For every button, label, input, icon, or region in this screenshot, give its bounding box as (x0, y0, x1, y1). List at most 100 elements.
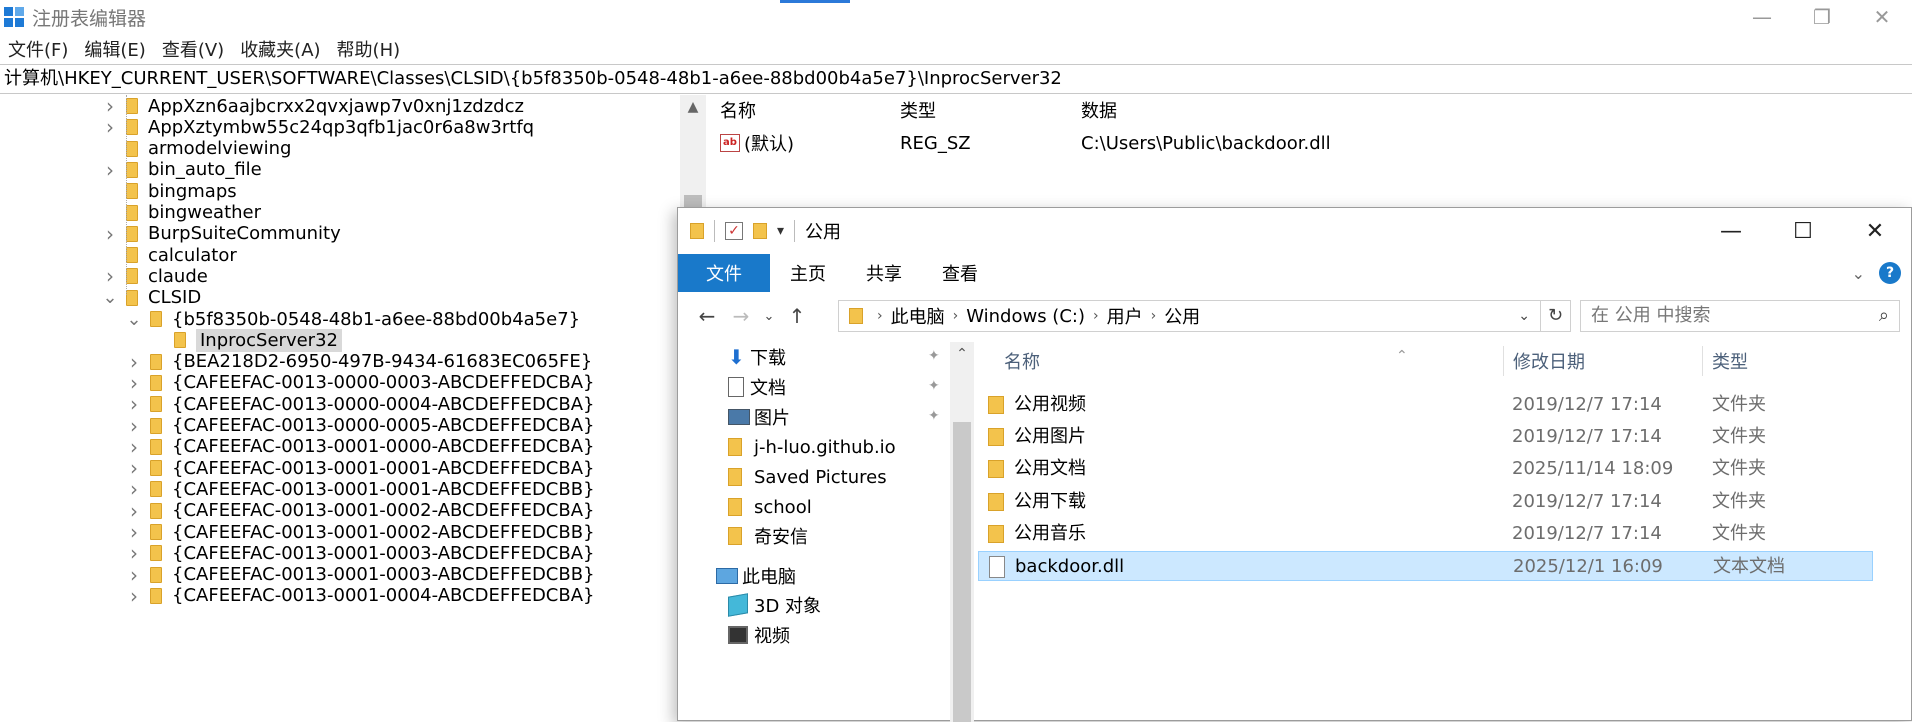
minimize-icon[interactable]: — (1695, 208, 1767, 254)
help-icon[interactable]: ? (1879, 262, 1901, 284)
breadcrumb-users[interactable]: 用户 (1107, 303, 1143, 329)
search-input[interactable]: 在 公用 中搜索 ⌕ (1580, 300, 1900, 332)
close-icon[interactable]: ✕ (1852, 0, 1912, 34)
nav-item[interactable]: 视频 (728, 620, 790, 650)
refresh-icon[interactable]: ↻ (1540, 301, 1570, 331)
folder-icon (126, 98, 138, 114)
breadcrumb-c-drive[interactable]: Windows (C:) (966, 306, 1085, 327)
values-header-type[interactable]: 类型 (900, 95, 936, 125)
column-divider[interactable] (1702, 346, 1703, 376)
divider (714, 220, 715, 242)
restore-icon[interactable]: ❐ (1792, 0, 1852, 34)
maximize-icon[interactable]: ☐ (1767, 208, 1839, 254)
file-row[interactable]: 公用视频 2019/12/7 17:14 文件夹 (978, 390, 1873, 420)
path-dropdown-icon[interactable]: ⌄ (1518, 308, 1530, 324)
file-row[interactable]: 公用文档 2025/11/14 18:09 文件夹 (978, 454, 1873, 484)
up-arrow-icon[interactable]: ↑ (780, 304, 814, 328)
folder-icon (988, 524, 1004, 543)
breadcrumb-this-pc[interactable]: 此电脑 (891, 303, 945, 329)
nav-item[interactable]: 图片 (728, 402, 790, 432)
forward-arrow-icon[interactable]: → (724, 304, 758, 328)
folder-icon (150, 587, 162, 604)
chevron-down-icon[interactable]: ⌄ (126, 309, 142, 330)
chevron-right-icon[interactable]: › (877, 308, 883, 324)
minimize-icon[interactable]: — (1732, 0, 1792, 34)
chevron-right-icon[interactable]: › (1093, 308, 1099, 324)
close-icon[interactable]: ✕ (1839, 208, 1911, 254)
file-row[interactable]: 公用图片 2019/12/7 17:14 文件夹 (978, 422, 1873, 452)
values-header-data[interactable]: 数据 (1081, 95, 1117, 125)
menu-favorites[interactable]: 收藏夹(A) (232, 36, 328, 62)
menu-edit[interactable]: 编辑(E) (76, 36, 153, 62)
tab-home[interactable]: 主页 (770, 254, 846, 292)
menu-file[interactable]: 文件(F) (0, 36, 76, 62)
customize-dropdown-icon[interactable]: ▾ (777, 223, 784, 239)
recent-locations-icon[interactable]: ⌄ (758, 309, 780, 324)
column-header-type[interactable]: 类型 (1712, 342, 1748, 380)
value-row-default[interactable]: ab (默认) (720, 129, 880, 157)
folder-icon (150, 524, 162, 540)
file-modified: 2019/12/7 17:14 (1512, 522, 1662, 544)
folder-icon (126, 225, 138, 242)
file-row[interactable]: 公用音乐 2019/12/7 17:14 文件夹 (978, 519, 1873, 549)
breadcrumb-public[interactable]: 公用 (1164, 303, 1200, 329)
file-name: 公用文档 (1014, 458, 1086, 480)
nav-item[interactable]: Saved Pictures (728, 462, 887, 492)
file-row[interactable]: 公用下载 2019/12/7 17:14 文件夹 (978, 487, 1873, 517)
nav-item-label: school (754, 496, 812, 518)
nav-item[interactable]: 文档 (728, 372, 786, 402)
path-breadcrumb[interactable]: › 此电脑 › Windows (C:) › 用户 › 公用 ⌄ ↻ (838, 300, 1571, 332)
column-header-modified[interactable]: 修改日期 (1513, 342, 1585, 380)
nav-item[interactable]: j-h-luo.github.io (728, 432, 896, 462)
pin-icon[interactable]: ✦ (928, 408, 940, 424)
back-arrow-icon[interactable]: ← (690, 304, 724, 328)
registry-address-bar[interactable]: 计算机\HKEY_CURRENT_USER\SOFTWARE\Classes\C… (0, 64, 1912, 94)
chevron-right-icon[interactable]: › (1151, 308, 1157, 324)
nav-item-label: 文档 (750, 378, 786, 399)
file-type: 文件夹 (1712, 458, 1766, 480)
properties-icon[interactable]: ✓ (725, 222, 743, 240)
sort-up-icon: ⌃ (1396, 348, 1408, 364)
folder-icon (126, 183, 138, 200)
folder-icon (728, 498, 742, 516)
column-header-name[interactable]: 名称 (1004, 342, 1040, 380)
menu-view[interactable]: 查看(V) (154, 36, 232, 62)
scroll-thumb[interactable] (953, 422, 971, 722)
nav-item[interactable]: 此电脑 (716, 561, 796, 591)
tab-view[interactable]: 查看 (922, 254, 998, 292)
value-name: (默认) (744, 134, 795, 155)
tab-share[interactable]: 共享 (846, 254, 922, 292)
chevron-right-icon[interactable]: › (126, 584, 142, 608)
folder-icon (150, 417, 162, 434)
value-type: REG_SZ (900, 132, 971, 154)
nav-item-label: 视频 (754, 626, 790, 647)
folder-icon (988, 460, 1004, 479)
chevron-right-icon[interactable]: › (953, 308, 959, 324)
file-name: 公用图片 (1014, 426, 1086, 448)
chevron-down-icon[interactable]: ⌄ (102, 287, 118, 308)
new-folder-icon[interactable] (753, 223, 767, 239)
tab-file[interactable]: 文件 (678, 254, 770, 292)
navpane-scrollbar[interactable]: ⌃ (950, 342, 974, 722)
menu-help[interactable]: 帮助(H) (329, 36, 409, 62)
expand-ribbon-icon[interactable]: ⌄ (1852, 264, 1865, 283)
scroll-up-icon[interactable]: ▲ (680, 95, 706, 119)
3d-objects-icon (728, 593, 748, 617)
tree-node[interactable]: › {CAFEEFAC-0013-0001-0004-ABCDEFFEDCBA} (126, 583, 594, 609)
file-row[interactable]: backdoor.dll 2025/12/1 16:09 文本文档 (978, 551, 1873, 581)
scroll-up-icon[interactable]: ⌃ (950, 342, 974, 366)
pin-icon[interactable]: ✦ (928, 348, 940, 364)
nav-item-label: 此电脑 (742, 567, 796, 588)
explorer-titlebar: ✓ ▾ 公用 — ☐ ✕ (678, 208, 1911, 254)
values-header-name[interactable]: 名称 (720, 95, 756, 125)
folder-icon (150, 502, 162, 519)
picture-icon (728, 409, 750, 425)
computer-icon (716, 568, 738, 584)
pin-icon[interactable]: ✦ (928, 378, 940, 394)
column-divider[interactable] (1503, 346, 1504, 376)
search-icon[interactable]: ⌕ (1879, 301, 1889, 331)
nav-item[interactable]: 奇安信 (728, 521, 808, 551)
nav-item[interactable]: 3D 对象 (728, 590, 821, 620)
nav-item[interactable]: school (728, 492, 812, 522)
nav-item[interactable]: ⬇ 下载 (728, 342, 786, 372)
